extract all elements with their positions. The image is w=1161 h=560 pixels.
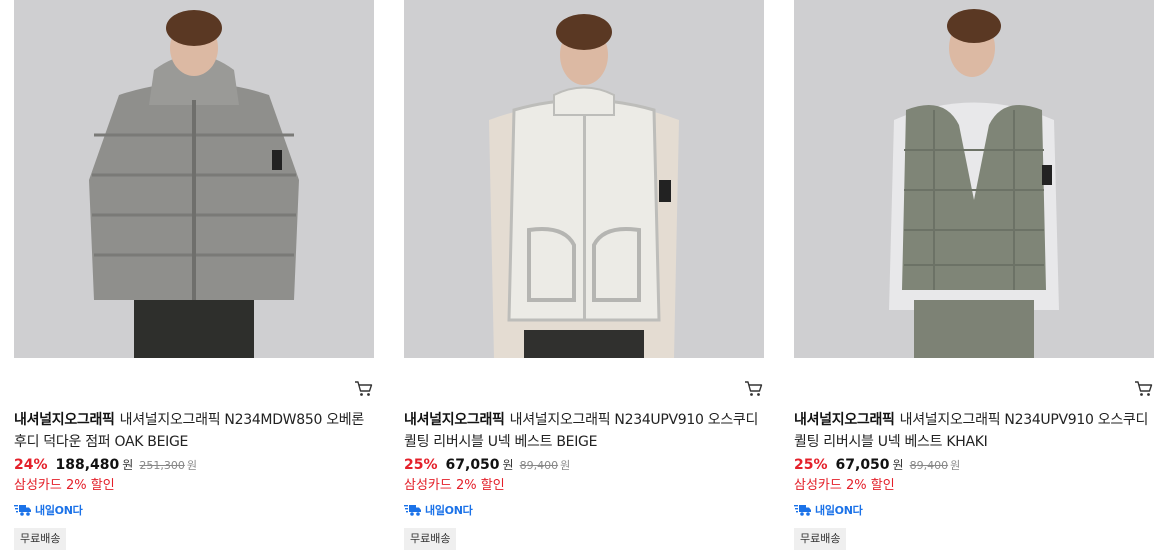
original-price: 89,400 bbox=[909, 459, 949, 472]
free-shipping-tag: 무료배송 bbox=[14, 528, 67, 550]
brand-name: 내셔널지오그래픽 bbox=[404, 412, 505, 428]
product-image[interactable] bbox=[404, 0, 764, 358]
delivery-badge: 내일ON다 bbox=[14, 502, 83, 518]
product-photo-puffer-jacket bbox=[14, 0, 374, 358]
original-currency-unit: 원 bbox=[950, 459, 961, 472]
sale-price: 67,050 bbox=[445, 457, 500, 473]
free-shipping-tag: 무료배송 bbox=[794, 528, 847, 550]
original-price: 89,400 bbox=[519, 459, 559, 472]
original-price: 251,300 bbox=[139, 459, 185, 472]
product-card[interactable]: 내셔널지오그래픽 내셔널지오그래픽 N234UPV910 오스쿠디 퀼팅 리버시블… bbox=[794, 0, 1154, 560]
discount-rate: 25% bbox=[404, 457, 438, 473]
currency-unit: 원 bbox=[892, 458, 904, 472]
currency-unit: 원 bbox=[122, 458, 134, 472]
product-card[interactable]: 내셔널지오그래픽 내셔널지오그래픽 N234UPV910 오스쿠디 퀼팅 리버시블… bbox=[404, 0, 764, 560]
brand-name: 내셔널지오그래픽 bbox=[14, 412, 115, 428]
delivery-truck-icon bbox=[404, 505, 421, 516]
card-discount-text: 삼성카드 2% 할인 bbox=[794, 478, 895, 493]
delivery-truck-icon bbox=[794, 505, 811, 516]
card-discount-text: 삼성카드 2% 할인 bbox=[404, 478, 505, 493]
product-photo-quilted-vest bbox=[794, 0, 1154, 358]
price-row: 25% 67,050 원 89,400 원 bbox=[794, 456, 960, 478]
product-card[interactable]: 내셔널지오그래픽 내셔널지오그래픽 N234MDW850 오베론 후디 덕다운 점… bbox=[14, 0, 374, 560]
product-image[interactable] bbox=[14, 0, 374, 358]
product-title[interactable]: 내셔널지오그래픽 내셔널지오그래픽 N234UPV910 오스쿠디 퀼팅 리버시블… bbox=[404, 409, 764, 453]
brand-name: 내셔널지오그래픽 bbox=[794, 412, 895, 428]
delivery-badge-label: 내일ON다 bbox=[815, 504, 863, 517]
delivery-badge-label: 내일ON다 bbox=[425, 504, 473, 517]
sale-price: 67,050 bbox=[835, 457, 890, 473]
product-title[interactable]: 내셔널지오그래픽 내셔널지오그래픽 N234UPV910 오스쿠디 퀼팅 리버시블… bbox=[794, 409, 1154, 453]
cart-icon[interactable] bbox=[354, 380, 374, 398]
product-image[interactable] bbox=[794, 0, 1154, 358]
cart-icon[interactable] bbox=[1134, 380, 1154, 398]
price-row: 24% 188,480 원 251,300 원 bbox=[14, 456, 197, 478]
discount-rate: 25% bbox=[794, 457, 828, 473]
delivery-badge-label: 내일ON다 bbox=[35, 504, 83, 517]
cart-icon[interactable] bbox=[744, 380, 764, 398]
original-currency-unit: 원 bbox=[186, 459, 197, 472]
discount-rate: 24% bbox=[14, 457, 48, 473]
delivery-badge: 내일ON다 bbox=[794, 502, 863, 518]
product-photo-fleece-vest bbox=[404, 0, 764, 358]
original-currency-unit: 원 bbox=[560, 459, 571, 472]
free-shipping-tag: 무료배송 bbox=[404, 528, 457, 550]
delivery-truck-icon bbox=[14, 505, 31, 516]
product-title[interactable]: 내셔널지오그래픽 내셔널지오그래픽 N234MDW850 오베론 후디 덕다운 점… bbox=[14, 409, 374, 453]
card-discount-text: 삼성카드 2% 할인 bbox=[14, 478, 115, 493]
product-grid: 내셔널지오그래픽 내셔널지오그래픽 N234MDW850 오베론 후디 덕다운 점… bbox=[0, 0, 1161, 560]
currency-unit: 원 bbox=[502, 458, 514, 472]
delivery-badge: 내일ON다 bbox=[404, 502, 473, 518]
sale-price: 188,480 bbox=[55, 457, 120, 473]
price-row: 25% 67,050 원 89,400 원 bbox=[404, 456, 570, 478]
